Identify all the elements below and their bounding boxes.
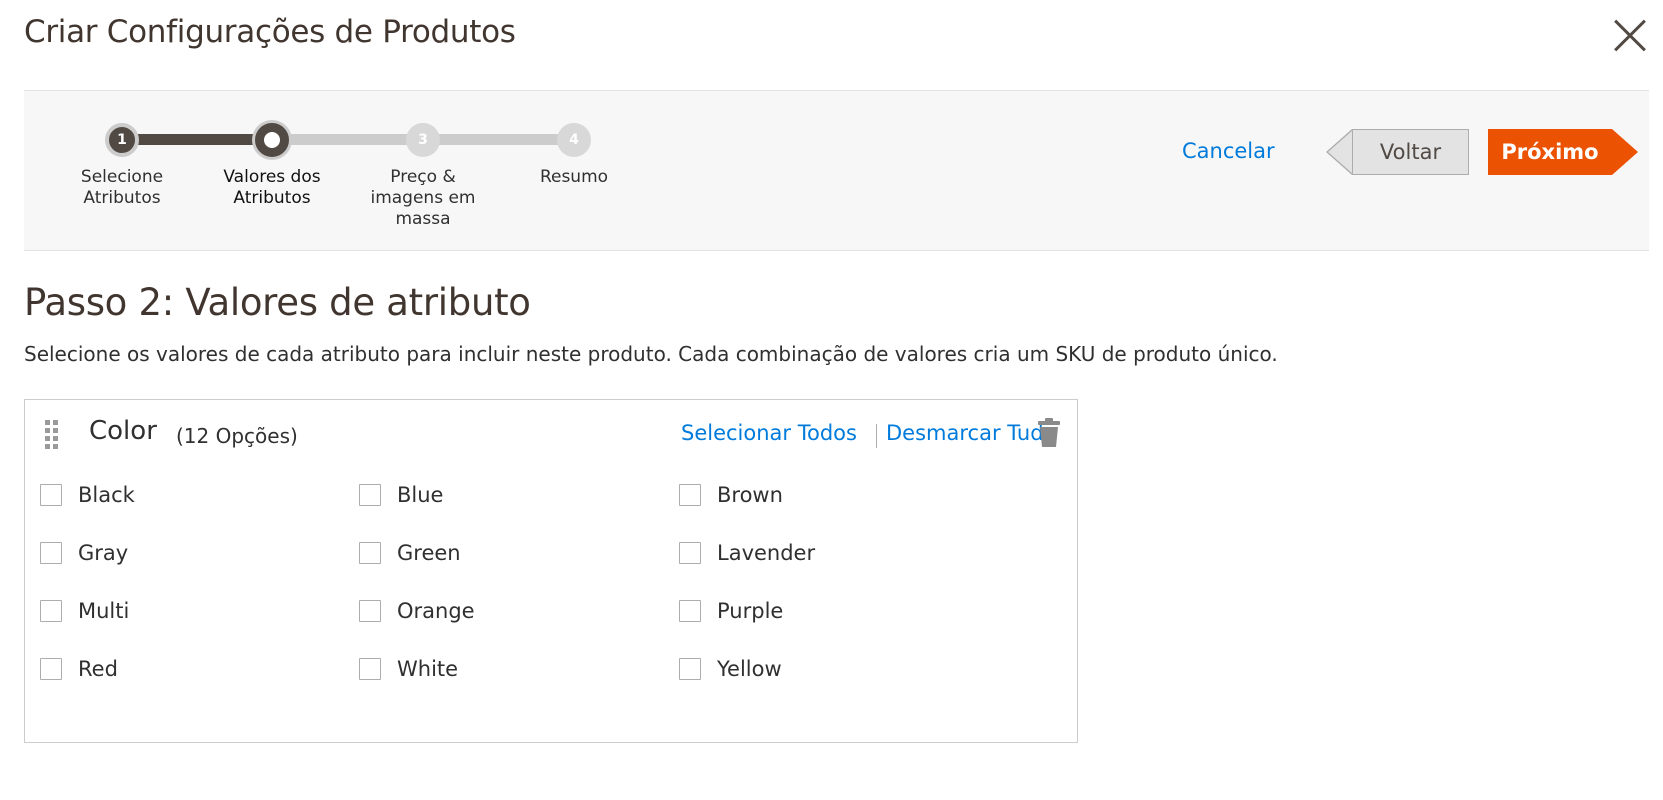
attribute-option-count: (12 Opções) xyxy=(176,424,298,448)
attribute-panel: Color (12 Opções) Selecionar Todos Desma… xyxy=(24,399,1078,743)
deselect-all-link[interactable]: Desmarcar Tudo xyxy=(886,421,1056,445)
option-label: Multi xyxy=(78,599,130,623)
option-label: Blue xyxy=(397,483,444,507)
option-white[interactable]: White xyxy=(359,654,458,684)
next-arrow-icon[interactable] xyxy=(1612,129,1638,175)
option-lavender[interactable]: Lavender xyxy=(679,538,815,568)
checkbox[interactable] xyxy=(40,542,62,564)
option-row: Gray Green Lavender xyxy=(40,538,1060,568)
checkbox[interactable] xyxy=(359,600,381,622)
option-label: Red xyxy=(78,657,118,681)
checkbox[interactable] xyxy=(40,658,62,680)
option-label: Black xyxy=(78,483,135,507)
option-row: Black Blue Brown xyxy=(40,480,1060,510)
checkbox[interactable] xyxy=(679,542,701,564)
back-arrow-fill xyxy=(1328,130,1353,174)
close-icon[interactable] xyxy=(1612,18,1648,54)
checkbox[interactable] xyxy=(679,600,701,622)
option-black[interactable]: Black xyxy=(40,480,135,510)
step-1-marker: 1 xyxy=(105,123,139,157)
checkbox[interactable] xyxy=(40,484,62,506)
option-gray[interactable]: Gray xyxy=(40,538,128,568)
option-label: Lavender xyxy=(717,541,816,565)
step-heading: Passo 2: Valores de atributo xyxy=(24,281,531,324)
option-label: White xyxy=(397,657,459,681)
checkbox[interactable] xyxy=(359,542,381,564)
step-2-marker xyxy=(255,123,289,157)
option-label: Gray xyxy=(78,541,129,565)
checkbox[interactable] xyxy=(679,658,701,680)
trash-icon[interactable] xyxy=(1037,418,1061,448)
option-label: Orange xyxy=(397,599,475,623)
option-multi[interactable]: Multi xyxy=(40,596,129,626)
option-purple[interactable]: Purple xyxy=(679,596,783,626)
modal-title: Criar Configurações de Produtos xyxy=(24,14,516,50)
step-description: Selecione os valores de cada atributo pa… xyxy=(24,342,1278,366)
option-row: Multi Orange Purple xyxy=(40,596,1060,626)
option-label: Purple xyxy=(717,599,784,623)
option-red[interactable]: Red xyxy=(40,654,118,684)
checkbox[interactable] xyxy=(679,484,701,506)
step-4-label: Resumo xyxy=(539,167,609,187)
option-brown[interactable]: Brown xyxy=(679,480,783,510)
checkbox[interactable] xyxy=(359,658,381,680)
wizard-progress-bar: 1 Selecione Atributos Valores dos Atribu… xyxy=(24,90,1649,251)
option-label: Yellow xyxy=(717,657,782,681)
select-all-link[interactable]: Selecionar Todos xyxy=(681,421,857,445)
link-separator xyxy=(876,424,877,448)
next-button[interactable]: Próximo xyxy=(1488,129,1612,175)
option-blue[interactable]: Blue xyxy=(359,480,443,510)
cancel-link[interactable]: Cancelar xyxy=(1182,139,1275,163)
step-2-label: Valores dos Atributos xyxy=(223,167,321,208)
step-3-marker: 3 xyxy=(406,123,440,157)
option-label: Brown xyxy=(717,483,783,507)
option-label: Green xyxy=(397,541,461,565)
option-orange[interactable]: Orange xyxy=(359,596,475,626)
option-yellow[interactable]: Yellow xyxy=(679,654,782,684)
step-1-label: Selecione Atributos xyxy=(80,167,164,208)
step-4-marker: 4 xyxy=(557,123,591,157)
option-row: Red White Yellow xyxy=(40,654,1060,684)
option-green[interactable]: Green xyxy=(359,538,461,568)
checkbox[interactable] xyxy=(40,600,62,622)
step-3-label: Preço & imagens em massa xyxy=(370,167,476,229)
back-button[interactable]: Voltar xyxy=(1352,129,1469,175)
checkbox[interactable] xyxy=(359,484,381,506)
attribute-name: Color xyxy=(89,416,157,446)
drag-handle-icon[interactable] xyxy=(45,420,59,450)
